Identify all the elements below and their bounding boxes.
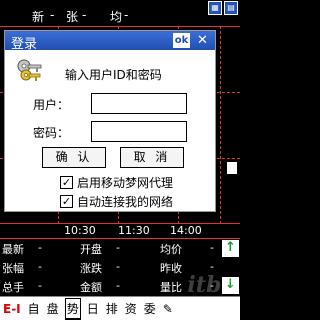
tab-ei[interactable]: E-I (2, 301, 22, 317)
quote-label: 张幅 (2, 262, 24, 275)
quote-value: - (210, 241, 214, 254)
tab-market[interactable]: 盘 (46, 299, 60, 318)
tab-bar: E-I 自 盘 势 日 排 资 委 ✎ (0, 296, 240, 320)
dialog-titlebar: 登录 ok ✕ (5, 31, 215, 52)
watermark-logo: itbo (187, 272, 236, 298)
quote-value: - (116, 260, 120, 273)
quote-value: - (38, 279, 42, 292)
quote-value: - (38, 260, 42, 273)
quote-label: 总手 (2, 281, 24, 294)
dialog-title: 登录 (11, 37, 38, 52)
login-prompt: 输入用户ID和密码 (65, 68, 162, 82)
quote-value: - (116, 279, 120, 292)
side-marker-icon[interactable] (227, 162, 237, 174)
close-button[interactable]: ✕ (194, 33, 211, 48)
stat-dash: - (82, 8, 87, 22)
stat-label-jun: 均 (110, 10, 123, 24)
auto-connect-label: 自动连接我的网络 (77, 194, 174, 209)
time-axis: 10:30 11:30 14:00 (0, 224, 240, 238)
grid-icon[interactable]: ▦ (208, 1, 222, 15)
quote-value: - (38, 241, 42, 254)
quote-label: 开盘 (80, 243, 102, 256)
tab-self[interactable]: 自 (27, 299, 41, 318)
ok-button[interactable]: ok (173, 33, 190, 48)
tab-daily[interactable]: 日 (86, 299, 100, 318)
proxy-checkbox[interactable]: ✓ (60, 175, 73, 189)
quote-label: 均价 (160, 243, 182, 256)
quote-label: 量比 (160, 281, 182, 294)
quote-label: 金额 (80, 281, 102, 294)
user-label: 用户： (33, 98, 70, 112)
tab-rank[interactable]: 排 (105, 299, 119, 318)
scroll-up-button[interactable]: ↑ (222, 240, 239, 257)
auto-connect-option[interactable]: ✓ 自动连接我的网络 (60, 193, 173, 209)
time-tick: 11:30 (118, 224, 150, 237)
quote-row: 最新 - 开盘 - 均价 - (0, 239, 222, 258)
password-label: 密码： (33, 126, 70, 140)
login-dialog: 登录 ok ✕ 输入用户ID和密码 用户： 密码： 确 认 取 消 ✓ 启用移动… (4, 30, 216, 212)
panel-icon[interactable]: ▤ (224, 1, 238, 15)
quote-label: 昨收 (160, 262, 182, 275)
stat-label-new: 新 (32, 10, 45, 24)
quote-label: 最新 (2, 243, 24, 256)
grid-line (220, 26, 221, 224)
top-stats-bar: 新 - 张 - 均 - (0, 0, 240, 26)
tab-trend[interactable]: 势 (64, 297, 81, 320)
user-id-input[interactable] (91, 93, 187, 114)
auto-connect-checkbox[interactable]: ✓ (60, 194, 73, 208)
stat-label-zhang: 张 (66, 10, 79, 24)
keys-icon (17, 59, 42, 81)
stat-dash: - (124, 8, 129, 22)
password-input[interactable] (91, 121, 187, 142)
proxy-option[interactable]: ✓ 启用移动梦网代理 (60, 174, 173, 190)
quote-value: - (116, 241, 120, 254)
time-tick: 14:00 (170, 224, 202, 237)
confirm-button[interactable]: 确 认 (42, 147, 106, 168)
proxy-option-label: 启用移动梦网代理 (77, 175, 174, 190)
tab-funds[interactable]: 资 (124, 299, 138, 318)
time-tick: 10:30 (64, 224, 96, 237)
quote-label: 涨跌 (80, 262, 102, 275)
toolbar-icons: ▦ ▤ (208, 1, 238, 15)
tab-orders[interactable]: 委 (143, 299, 157, 318)
cancel-button[interactable]: 取 消 (120, 147, 184, 168)
pen-icon[interactable]: ✎ (163, 302, 173, 316)
stat-dash: - (50, 8, 55, 22)
